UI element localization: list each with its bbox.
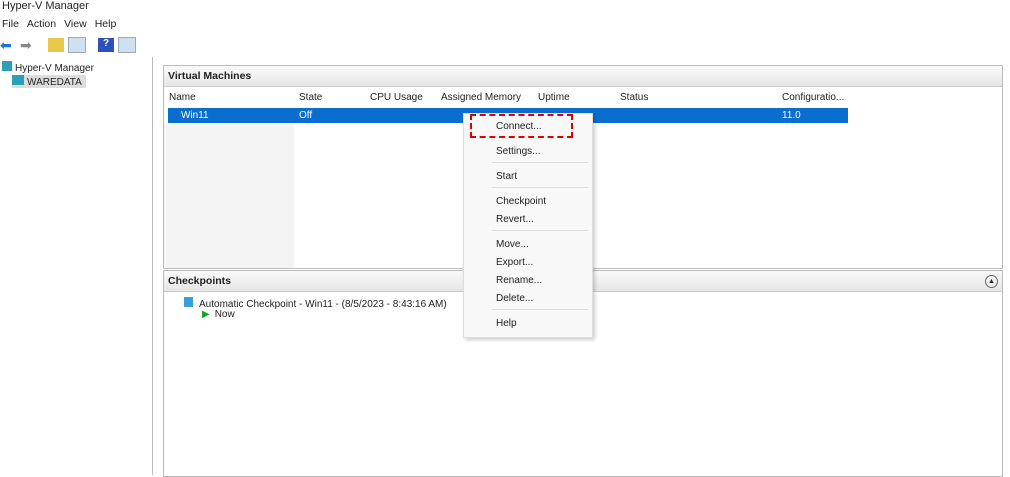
menu-checkpoint[interactable]: Checkpoint [496,196,546,207]
folder-icon[interactable] [48,38,64,52]
tree-root[interactable]: Hyper-V Manager [2,61,94,74]
forward-icon[interactable]: ➡ [20,38,36,52]
window-title: Hyper-V Manager [2,0,89,12]
menu-revert[interactable]: Revert... [496,214,534,225]
column-configuration[interactable]: Configuratio... [782,92,844,103]
tree-server[interactable]: WAREDATA [12,75,86,88]
menu-export[interactable]: Export... [496,257,533,268]
console-icon[interactable] [68,37,86,53]
now-item[interactable]: ▶ Now [202,309,235,320]
column-uptime[interactable]: Uptime [538,92,570,103]
menu-settings[interactable]: Settings... [496,146,540,157]
play-icon: ▶ [202,309,210,320]
column-state[interactable]: State [299,92,322,103]
action-pane-icon[interactable] [118,37,136,53]
collapse-icon[interactable]: ▲ [985,275,998,288]
server-manager-icon [2,61,12,71]
menu-file[interactable]: File [0,18,25,30]
highlight-box [470,114,573,138]
menu-bar: File Action View Help [0,18,122,30]
help-icon[interactable]: ? [98,38,114,52]
menu-rename[interactable]: Rename... [496,275,542,286]
menu-view[interactable]: View [62,18,93,30]
column-name[interactable]: Name [169,92,196,103]
menu-delete[interactable]: Delete... [496,293,533,304]
checkpoint-icon [184,297,193,307]
menu-action[interactable]: Action [25,18,62,30]
server-icon [12,75,24,85]
navigation-tree: Hyper-V Manager WAREDATA [0,57,153,475]
column-cpu[interactable]: CPU Usage [370,92,423,103]
menu-help[interactable]: Help [93,18,123,30]
menu-help[interactable]: Help [496,318,517,329]
toolbar: ⬅ ➡ ? [0,36,136,54]
context-menu: Connect... Settings... Start Checkpoint … [463,113,593,338]
back-icon[interactable]: ⬅ [0,38,16,52]
panel-title: Virtual Machines [164,66,1002,87]
menu-move[interactable]: Move... [496,239,529,250]
column-status[interactable]: Status [620,92,648,103]
menu-start[interactable]: Start [496,171,517,182]
column-memory[interactable]: Assigned Memory [441,92,521,103]
